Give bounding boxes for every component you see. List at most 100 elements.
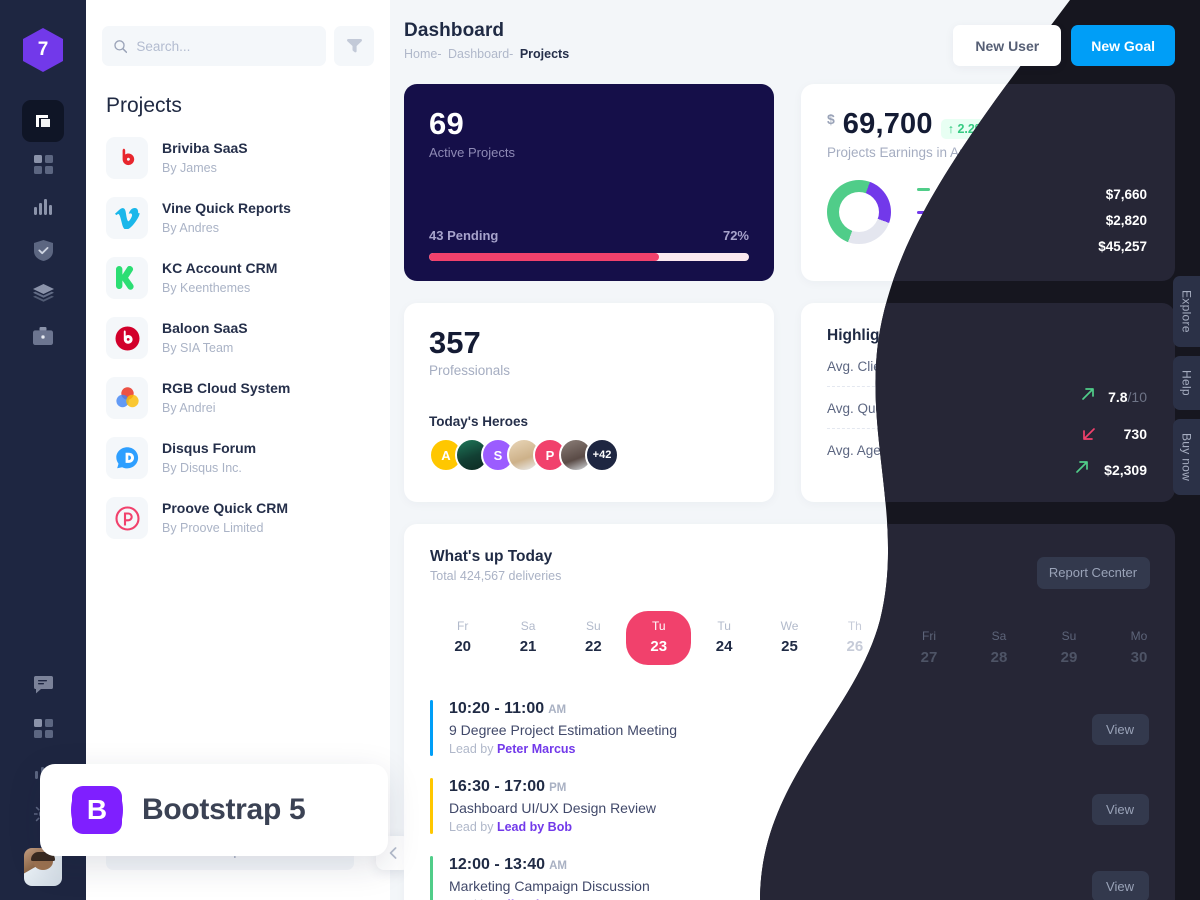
currency-symbol: $ (827, 111, 835, 127)
whats-up-today-card: What's up Today Total 424,567 deliveries… (404, 524, 1175, 900)
projects-title: Projects (106, 94, 182, 117)
dashboard-app: 7 Search... Projects Briviba SaaS By Jam… (0, 0, 1200, 900)
rail-item-stack[interactable] (22, 272, 64, 314)
day-cell[interactable]: Mo 30 (1084, 611, 1149, 665)
event-color-bar (430, 856, 433, 900)
project-name: Proove Quick CRM (162, 500, 289, 517)
list-item[interactable]: RGB Cloud System By Andrei (106, 368, 370, 428)
breadcrumb-item-projects: Projects (519, 47, 570, 61)
progress-percent: 72% (722, 228, 749, 243)
search-input[interactable] (136, 38, 314, 54)
rail-item-analytics[interactable] (22, 186, 64, 228)
heroes-avatar-group: A S P +42 (429, 438, 749, 472)
bootstrap-promo-card[interactable]: B Bootstrap 5 (40, 764, 388, 856)
list-item-text: Baloon SaaS By SIA Team (162, 318, 248, 357)
earnings-body: Leaf CRM $7,660 Mivy App $2,820 Others $… (827, 180, 1149, 244)
legend-value: $7,660 (1107, 181, 1149, 197)
highlight-value: 730 (1125, 400, 1149, 416)
view-button[interactable]: View (1085, 868, 1149, 900)
project-name: Disqus Forum (162, 440, 257, 457)
rail-item-chat[interactable] (22, 664, 64, 706)
rail-nav-list (22, 100, 64, 358)
active-projects-top: 69 Active Projects (429, 106, 749, 160)
day-cell[interactable]: We 25 (757, 611, 822, 665)
stack-icon (32, 283, 54, 302)
filter-icon (346, 39, 362, 53)
project-author: By Disqus Inc. (162, 460, 242, 475)
rail-item-widgets[interactable] (22, 707, 64, 749)
project-author: By SIA Team (162, 340, 234, 355)
day-cell[interactable]: Su 29 (1018, 611, 1083, 665)
list-item-text: Briviba SaaS By James (162, 138, 248, 177)
list-item-text: Proove Quick CRM By Proove Limited (162, 498, 288, 537)
search-box[interactable] (102, 26, 326, 66)
project-author: By James (162, 160, 217, 175)
highlight-label: Avg. Client Rating (827, 358, 935, 374)
app-logo-badge[interactable]: 7 (23, 28, 63, 72)
day-cell[interactable]: Th 26 (822, 611, 887, 665)
briefcase-icon (33, 327, 53, 345)
side-tab-buy-now[interactable]: Buy now (1173, 418, 1200, 495)
list-item[interactable]: Baloon SaaS By SIA Team (106, 308, 370, 368)
view-button[interactable]: View (1085, 790, 1149, 822)
project-list: Briviba SaaS By James Vine Quick Reports… (86, 128, 390, 548)
project-author: By Keenthemes (162, 280, 251, 295)
event-lead-link: Lead by Bob (496, 820, 572, 834)
list-item[interactable]: Briviba SaaS By James (106, 128, 370, 188)
earnings-card: $ 69,700 ↑ 2.2% Projects Earnings in Apr… (801, 84, 1175, 281)
bootstrap-promo-text: Bootstrap 5 (142, 793, 306, 826)
event-time: 12:00 - 13:40 AM (449, 856, 567, 873)
highlights-card: Highlights Avg. Client Rating 7.8/10 Avg… (801, 303, 1175, 502)
project-name: Briviba SaaS (162, 140, 248, 157)
project-name: KC Account CRM (162, 260, 278, 277)
list-item[interactable]: Vine Quick Reports By Andres (106, 188, 370, 248)
side-tabs: Explore Help Buy now (1173, 276, 1200, 495)
list-item: 10:20 - 11:00 AM 9 Degree Project Estimat… (430, 691, 1149, 769)
highlight-value: 7.8/10 (1110, 358, 1149, 374)
breadcrumb-item-home[interactable]: Home- (404, 47, 442, 61)
earnings-subtitle: Projects Earnings in April (827, 145, 978, 160)
active-projects-card: 69 Active Projects 43 Pending 72% (404, 84, 774, 281)
event-color-bar (430, 778, 433, 834)
day-cell[interactable]: Su 22 (561, 611, 626, 665)
day-cell[interactable]: Fr 20 (430, 611, 495, 665)
progress-track (429, 253, 749, 261)
proove-p-red-icon (106, 497, 148, 539)
side-tab-help[interactable]: Help (1173, 355, 1200, 410)
avatar-overflow-count[interactable]: +42 (585, 438, 619, 472)
highlight-value-group: 7.8/10 (1089, 358, 1149, 374)
filter-button[interactable] (334, 26, 374, 66)
day-cell[interactable]: Tu 24 (691, 611, 756, 665)
active-projects-count: 69 (429, 106, 465, 141)
new-user-button[interactable]: New User (953, 25, 1062, 66)
rail-item-projects[interactable] (22, 315, 64, 357)
event-lead: Lead by Lead by Bob (449, 820, 572, 834)
day-cell[interactable]: Fri 27 (888, 611, 953, 665)
view-button[interactable]: View (1085, 712, 1149, 744)
rail-item-security[interactable] (22, 229, 64, 271)
table-row: Avg. Agent Earnings $2,309 (827, 429, 1149, 470)
day-cell[interactable]: Sa 21 (495, 611, 560, 665)
list-item[interactable]: Disqus Forum By Disqus Inc. (106, 428, 370, 488)
report-center-button[interactable]: Report Cecnter (1028, 554, 1149, 588)
side-tab-explore[interactable]: Explore (1173, 276, 1200, 347)
new-goal-button[interactable]: New Goal (1071, 25, 1175, 66)
legend-swatch-mivy-app (917, 210, 930, 214)
earnings-amount: 69,700 (842, 108, 933, 140)
grid-icon (33, 154, 53, 174)
list-item[interactable]: Proove Quick CRM By Proove Limited (106, 488, 370, 548)
day-cell-selected[interactable]: Tu 23 (626, 611, 692, 665)
project-author: By Proove Limited (162, 520, 264, 535)
project-author: By Andrei (162, 400, 216, 415)
earnings-legend: Leaf CRM $7,660 Mivy App $2,820 Others $… (917, 182, 1149, 243)
event-text: 16:30 - 17:00 PM Dashboard UI/UX Design R… (449, 778, 656, 834)
day-cell[interactable]: Sa 28 (953, 611, 1018, 665)
rail-item-grid[interactable] (22, 143, 64, 185)
list-item[interactable]: KC Account CRM By Keenthemes (106, 248, 370, 308)
cards-row-2: 357 Professionals Today's Heroes A S P +… (404, 303, 1175, 502)
breadcrumb-item-dashboard[interactable]: Dashboard- (448, 47, 513, 61)
progress-header: 43 Pending 72% (429, 228, 749, 243)
highlight-label: Avg. Quotes (827, 400, 902, 416)
rail-item-layers-cube[interactable] (22, 100, 64, 142)
table-row: Avg. Client Rating 7.8/10 (827, 345, 1149, 387)
